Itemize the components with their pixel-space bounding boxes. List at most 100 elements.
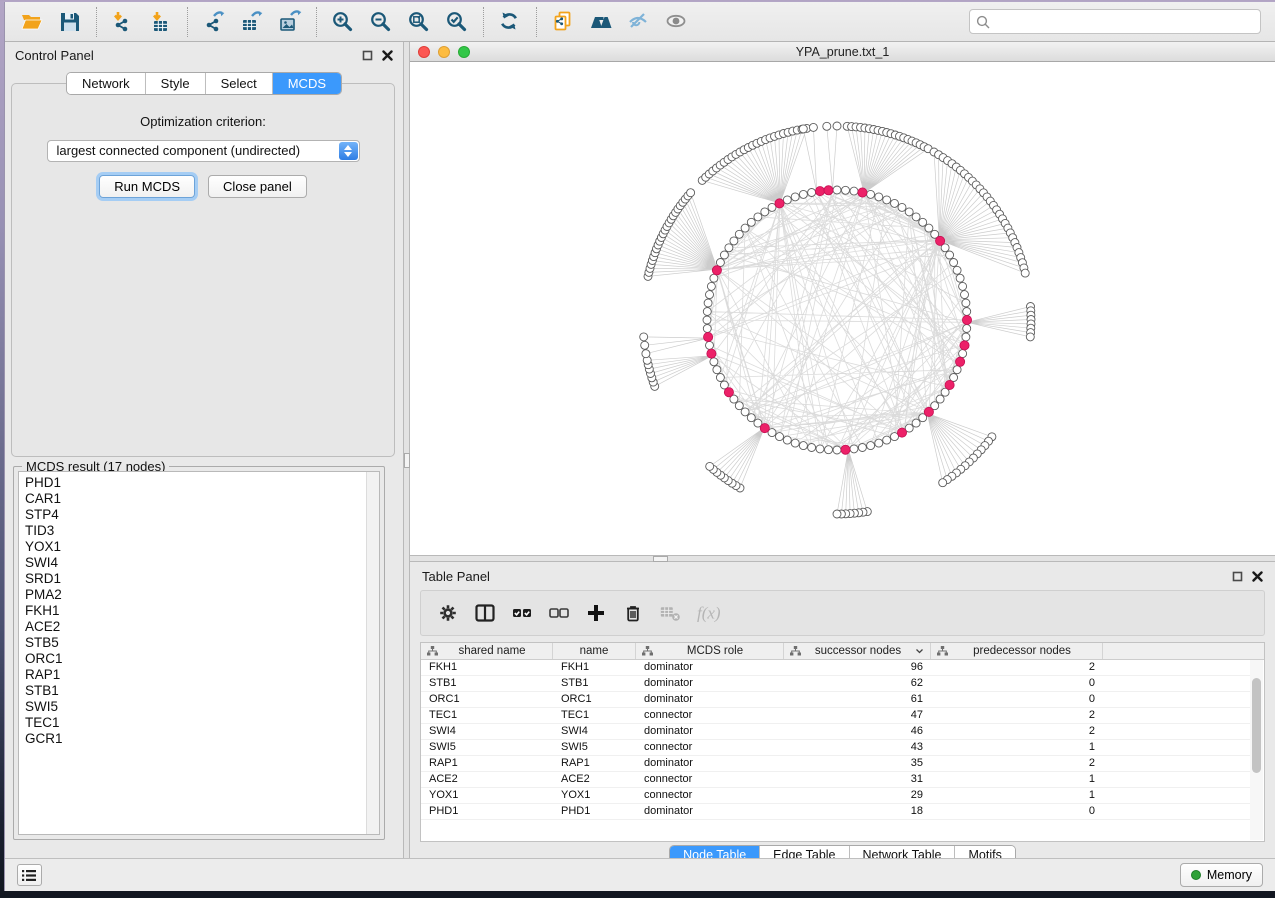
table-cell[interactable]: 0 [931,804,1103,819]
horizontal-splitter-handle[interactable] [653,556,668,562]
ring-node[interactable] [925,224,933,232]
column-header[interactable]: shared name [421,643,553,659]
mcds-hub-node[interactable] [775,199,784,208]
leaf-node[interactable] [641,341,649,349]
table-cell[interactable]: SWI5 [553,740,636,755]
ring-node[interactable] [741,408,749,416]
export-network-button[interactable] [195,6,233,38]
table-cell[interactable]: dominator [636,676,784,691]
ring-node[interactable] [703,308,711,316]
ring-node[interactable] [730,237,738,245]
table-cell[interactable]: YOX1 [421,788,553,803]
table-row[interactable]: PHD1PHD1dominator180 [421,804,1250,820]
search-box[interactable] [969,9,1261,34]
table-cell[interactable]: ORC1 [553,692,636,707]
leaf-node[interactable] [823,122,831,130]
mcds-hub-node[interactable] [858,188,867,197]
mcds-hub-node[interactable] [956,357,965,366]
table-cell[interactable]: FKH1 [421,660,553,675]
table-cell[interactable]: 1 [931,772,1103,787]
table-cell[interactable]: 0 [931,692,1103,707]
table-row[interactable]: ORC1ORC1dominator610 [421,692,1250,708]
mcds-result-scrollbar[interactable] [366,472,379,834]
ring-node[interactable] [959,282,967,290]
mcds-result-node[interactable]: STB1 [25,683,379,699]
table-cell[interactable]: ACE2 [421,772,553,787]
table-cell[interactable]: ORC1 [421,692,553,707]
ring-node[interactable] [883,196,891,204]
leaf-node[interactable] [799,125,807,133]
mcds-hub-node[interactable] [707,349,716,358]
ring-node[interactable] [953,366,961,374]
ring-node[interactable] [754,213,762,221]
table-cell[interactable]: dominator [636,804,784,819]
table-cell[interactable]: connector [636,740,784,755]
vertical-splitter[interactable] [403,42,410,858]
table-cell[interactable]: 2 [931,756,1103,771]
select-all-rows-button[interactable] [505,595,542,631]
ring-node[interactable] [950,259,958,267]
table-cell[interactable]: 35 [784,756,931,771]
table-cell[interactable]: SWI4 [421,724,553,739]
table-cell[interactable]: dominator [636,692,784,707]
horizontal-splitter[interactable] [410,555,1275,562]
ring-node[interactable] [791,439,799,447]
show-panels-button[interactable] [17,864,42,886]
table-cell[interactable]: 18 [784,804,931,819]
leaf-node[interactable] [809,123,817,131]
leaf-node[interactable] [642,350,650,358]
tab-network[interactable]: Network [67,73,146,94]
copy-share-button[interactable] [544,6,582,38]
mcds-result-node[interactable]: ORC1 [25,651,379,667]
column-header[interactable]: predecessor nodes [931,643,1103,659]
mcds-result-node[interactable]: STP4 [25,507,379,523]
ring-node[interactable] [716,259,724,267]
ring-node[interactable] [912,213,920,221]
mcds-result-node[interactable]: SRD1 [25,571,379,587]
mcds-result-node[interactable]: GCR1 [25,731,379,747]
save-session-button[interactable] [51,6,89,38]
ring-node[interactable] [850,187,858,195]
leaf-node[interactable] [706,462,714,470]
ring-node[interactable] [706,341,714,349]
column-header[interactable]: name [553,643,636,659]
tab-select[interactable]: Select [206,73,273,94]
table-cell[interactable]: ACE2 [553,772,636,787]
mcds-hub-node[interactable] [712,266,721,275]
table-cell[interactable]: FKH1 [553,660,636,675]
import-network-button[interactable] [104,6,142,38]
export-table-button[interactable] [233,6,271,38]
ring-node[interactable] [956,274,964,282]
ring-node[interactable] [783,436,791,444]
ring-node[interactable] [953,266,961,274]
ring-node[interactable] [962,299,970,307]
table-cell[interactable]: 62 [784,676,931,691]
ring-node[interactable] [833,446,841,454]
ring-node[interactable] [703,316,711,324]
float-table-panel-icon[interactable] [1232,571,1243,582]
table-cell[interactable]: 2 [931,660,1103,675]
ring-node[interactable] [946,251,954,259]
table-cell[interactable]: dominator [636,724,784,739]
mcds-hub-node[interactable] [936,236,945,245]
ring-node[interactable] [706,291,714,299]
ring-node[interactable] [905,208,913,216]
ring-node[interactable] [919,218,927,226]
ring-node[interactable] [833,186,841,194]
ring-node[interactable] [703,325,711,333]
open-file-button[interactable] [13,6,51,38]
table-cell[interactable]: dominator [636,660,784,675]
table-cell[interactable]: RAP1 [553,756,636,771]
table-cell[interactable]: 2 [931,724,1103,739]
ring-node[interactable] [963,308,971,316]
ring-node[interactable] [710,358,718,366]
table-row[interactable]: YOX1YOX1connector291 [421,788,1250,804]
ring-node[interactable] [735,230,743,238]
add-column-button[interactable] [579,595,616,631]
ring-node[interactable] [961,291,969,299]
refresh-button[interactable] [491,6,529,38]
column-header[interactable]: MCDS role [636,643,784,659]
ring-node[interactable] [867,190,875,198]
mcds-hub-node[interactable] [962,315,971,324]
mcds-result-node[interactable]: PMA2 [25,587,379,603]
